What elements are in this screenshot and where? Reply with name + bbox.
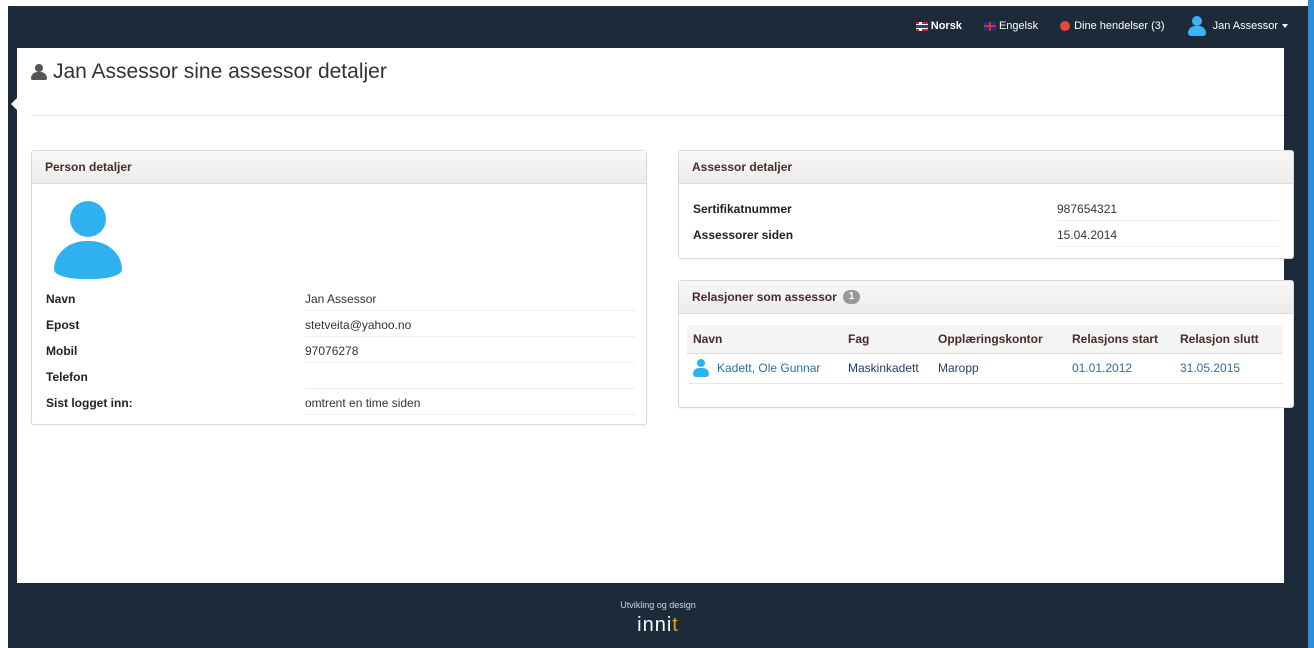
- user-avatar-icon: [1187, 16, 1207, 36]
- field-value: 15.04.2014: [1057, 223, 1279, 247]
- field-navn: Navn Jan Assessor: [46, 286, 636, 311]
- field-sist-logget-inn: Sist logget inn: omtrent en time siden: [46, 390, 636, 415]
- chevron-down-icon: [1282, 24, 1288, 28]
- assessor-details-heading: Assessor detaljer: [679, 151, 1293, 184]
- cell-fag: Maskinkadett: [842, 353, 932, 384]
- field-epost: Epost stetveita@yahoo.no: [46, 312, 636, 337]
- field-label: Navn: [46, 291, 76, 306]
- relations-panel: Relasjoner som assessor 1 Navn Fag Opplæ…: [678, 280, 1294, 408]
- field-label: Epost: [46, 317, 80, 332]
- footer-tagline: Utvikling og design: [620, 600, 696, 610]
- kandidat-link[interactable]: Kadett, Ole Gunnar: [717, 361, 820, 375]
- field-label: Mobil: [46, 343, 78, 358]
- field-value: 987654321: [1057, 197, 1279, 221]
- field-value: Jan Assessor: [305, 287, 635, 311]
- fag-link[interactable]: Maskinkadett: [848, 361, 919, 375]
- norway-flag-icon: [915, 21, 928, 31]
- user-icon: [31, 64, 47, 80]
- column-header-relasjons-start[interactable]: Relasjons start: [1066, 325, 1174, 354]
- column-header-fag[interactable]: Fag: [842, 325, 932, 354]
- field-sertifikatnummer: Sertifikatnummer 987654321: [693, 196, 1283, 221]
- brand-accent: t: [672, 614, 679, 636]
- main-content: Jan Assessor sine assessor detaljer Pers…: [17, 48, 1294, 583]
- table-header-row: Navn Fag Opplæringskontor Relasjons star…: [687, 325, 1283, 354]
- field-label: Assessorer siden: [693, 227, 794, 242]
- field-value: 97076278: [305, 339, 635, 363]
- field-mobil: Mobil 97076278: [46, 338, 636, 363]
- top-navbar: Norsk Engelsk Dine hendelser (3) Jan Ass…: [8, 6, 1308, 46]
- person-icon: [693, 359, 709, 377]
- events-link[interactable]: Dine hendelser (3): [1060, 20, 1165, 32]
- table-row: Kadett, Ole Gunnar Maskinkadett Maropp 0…: [687, 353, 1283, 384]
- user-name: Jan Assessor: [1212, 20, 1278, 32]
- profile-avatar-icon: [54, 201, 122, 279]
- lang-engelsk-label: Engelsk: [998, 20, 1039, 32]
- window-edge: [1308, 0, 1314, 648]
- column-header-opplaeringskontor[interactable]: Opplæringskontor: [932, 325, 1066, 354]
- relations-count-badge: 1: [842, 290, 861, 304]
- assessor-details-panel: Assessor detaljer Sertifikatnummer 98765…: [678, 150, 1294, 259]
- footer: Utvikling og design innit: [8, 589, 1308, 648]
- field-label: Telefon: [46, 369, 88, 384]
- column-header-relasjon-slutt[interactable]: Relasjon slutt: [1174, 325, 1283, 354]
- cell-navn: Kadett, Ole Gunnar: [687, 353, 842, 384]
- cell-relasjons-start: 01.01.2012: [1066, 353, 1174, 384]
- divider: [31, 115, 1284, 116]
- person-details-panel: Person detaljer Navn Jan Assessor Epost …: [31, 150, 647, 425]
- field-value: [305, 365, 635, 389]
- field-label: Sertifikatnummer: [693, 201, 792, 216]
- page-title-text: Jan Assessor sine assessor detaljer: [53, 60, 387, 83]
- user-menu[interactable]: Jan Assessor: [1187, 16, 1288, 36]
- kontor-link[interactable]: Maropp: [938, 361, 979, 375]
- lang-engelsk-link[interactable]: Engelsk: [983, 20, 1039, 32]
- person-details-heading: Person detaljer: [32, 151, 646, 184]
- page-title: Jan Assessor sine assessor detaljer: [31, 60, 387, 84]
- events-label: Dine hendelser (3): [1074, 20, 1165, 32]
- field-telefon: Telefon: [46, 364, 636, 389]
- brand-main: inni: [637, 614, 673, 636]
- lang-norsk-link[interactable]: Norsk: [915, 20, 962, 32]
- uk-flag-icon: [983, 21, 996, 31]
- cell-kontor: Maropp: [932, 353, 1066, 384]
- relations-heading: Relasjoner som assessor 1: [679, 281, 1293, 314]
- relations-heading-text: Relasjoner som assessor: [692, 290, 837, 304]
- cell-relasjon-slutt: 31.05.2015: [1174, 353, 1283, 384]
- footer-brand-logo[interactable]: innit: [637, 614, 679, 637]
- column-header-navn[interactable]: Navn: [687, 325, 842, 354]
- field-value: stetveita@yahoo.no: [305, 313, 635, 337]
- relations-table: Navn Fag Opplæringskontor Relasjons star…: [687, 325, 1283, 384]
- events-icon: [1060, 21, 1071, 31]
- field-label: Sist logget inn:: [46, 395, 133, 410]
- field-value: omtrent en time siden: [305, 391, 635, 415]
- field-assessorer-siden: Assessorer siden 15.04.2014: [693, 222, 1283, 247]
- lang-norsk-label: Norsk: [930, 20, 962, 32]
